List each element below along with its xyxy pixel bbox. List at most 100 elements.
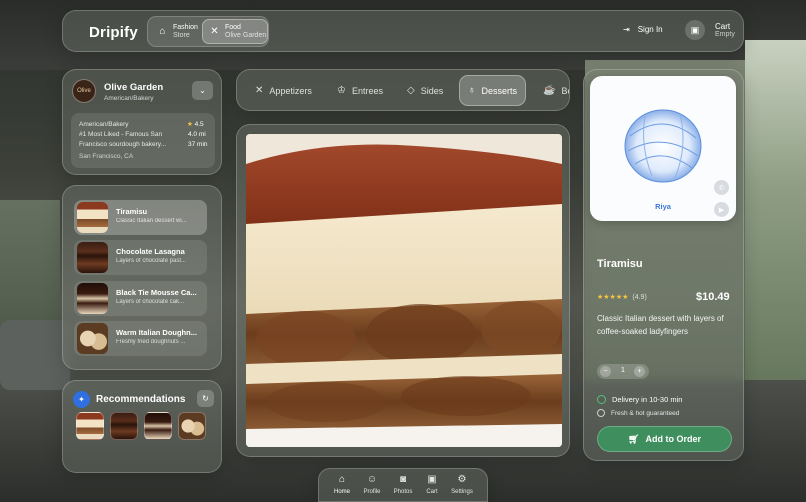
recommendations-title: Recommendations [96,394,186,405]
background-sofa [0,320,70,390]
restaurant-time: 37 min [188,141,208,148]
list-item[interactable]: Black Tie Mousse Ca... Layers of chocola… [74,281,207,316]
nav-label: Photos [393,489,413,495]
video-button[interactable]: ▶ [714,202,729,217]
tab-label: Appetizers [269,85,312,96]
recommendations-panel: ✦ Recommendations ↻ [62,380,222,473]
product-title: Tiramisu [597,258,643,270]
restaurant-name: Olive Garden [104,82,164,93]
store-fashion-button[interactable]: ⌂ Fashion Store [151,19,201,44]
cart-status: Empty [715,31,735,38]
clock-icon [597,395,606,404]
phone-button[interactable]: ✆ [714,180,729,195]
person-icon: ☺ [366,474,378,485]
recommendation-thumb[interactable] [178,412,206,440]
tab-desserts[interactable]: ♁ Desserts [459,75,527,106]
nav-label: Profile [363,489,381,495]
assistant-avatar-card: Riya ✆ ▶ [590,76,736,221]
product-image-panel [236,124,570,457]
restaurant-logo: Olive [72,79,96,103]
refresh-button[interactable]: ↻ [197,390,214,407]
camera-icon: ◙ [399,474,407,485]
background-window-left [0,200,60,330]
video-icon: ▶ [718,206,725,214]
rating-count: (4.9) [632,294,647,301]
quantity-stepper: − 1 + [597,364,649,379]
fresh-info: Fresh & hot guaranteed [597,409,679,417]
delivery-info: Delivery in 10-30 min [597,395,682,404]
tab-label: Entrees [351,85,383,96]
item-title: Tiramisu [116,207,148,216]
store-name: Food [225,23,241,31]
list-item[interactable]: Chocolate Lasagna Layers of chocolate pa… [74,240,207,275]
restaurant-category: American/Bakery [104,95,154,102]
product-rating: ★★★★★ (4.9) [597,293,647,301]
restaurant-tagline: #1 Most Liked - Famous San Francisco sou… [79,131,166,148]
ice-cream-icon: ♁ [468,85,476,96]
background-window-right [745,40,806,400]
fresh-text: Fresh & hot guaranteed [611,409,680,417]
delivery-text: Delivery in 10-30 min [612,395,683,404]
list-item[interactable]: Warm Italian Doughn... Freshly fried dou… [74,321,207,356]
product-description: Classic Italian dessert with layers of c… [597,314,724,336]
recommendation-thumb[interactable] [110,412,138,440]
nav-label: Cart [426,489,438,495]
item-thumbnail [77,202,108,233]
tab-entrees[interactable]: ♔ Entrees [329,75,391,106]
nav-label: Settings [451,489,473,495]
list-item[interactable]: Tiramisu Classic Italian dessert wi... [74,200,207,235]
tab-sides[interactable]: ◇ Sides [399,75,451,106]
cart-label: Cart [715,22,731,31]
gear-icon: ⚙ [457,474,467,485]
category-tabs: ✕ Appetizers ♔ Entrees ◇ Sides ♁ Dessert… [236,69,570,111]
menu-list: Tiramisu Classic Italian dessert wi... C… [62,185,222,370]
decrement-button[interactable]: − [600,366,611,377]
recommendation-thumb[interactable] [144,412,172,440]
cart-icon: ▣ [685,20,705,40]
coffee-icon: ☕ [543,85,556,96]
sign-in-icon: ⇥ [623,25,630,34]
tab-appetizers[interactable]: ✕ Appetizers [247,75,320,106]
tiramisu-illustration [246,134,562,447]
store-food-button[interactable]: ✕ Food Olive Garden [202,19,268,44]
item-thumbnail [77,283,108,314]
sign-in-label: Sign In [637,25,663,34]
quantity-value: 1 [621,367,625,374]
nav-settings[interactable]: ⚙ Settings [447,474,477,495]
product-price: $10.49 [696,291,730,303]
store-name: Fashion [173,23,198,31]
item-title: Chocolate Lasagna [116,247,185,256]
cart-button[interactable]: ▣ Cart Empty [685,20,735,40]
basket-icon: ⌂ [159,26,166,37]
utensils-icon: ✕ [255,85,264,96]
nav-cart[interactable]: ▣ Cart [417,474,447,495]
item-desc: Layers of chocolate past... [116,258,187,264]
nav-profile[interactable]: ☺ Profile [357,474,387,495]
refresh-icon: ↻ [202,394,209,403]
brand-logo[interactable]: Dripify [89,24,138,41]
restaurant-info-panel: American/Bakery #1 Most Liked - Famous S… [71,113,215,168]
item-desc: Freshly fried doughnuts ... [116,339,186,345]
restaurant-distance: 4.0 mi [188,131,206,138]
add-to-order-label: Add to Order [645,434,701,444]
recommendation-thumb[interactable] [76,412,104,440]
restaurant-location: San Francisco, CA [79,153,134,160]
rating-value: 4.5 [194,121,204,128]
bag-icon: ▣ [427,474,437,485]
phone-icon: ✆ [718,184,725,192]
star-icon: ★ [187,121,193,128]
add-to-order-button[interactable]: 🛒︎ Add to Order [597,426,732,452]
sparkle-icon: ✦ [73,391,90,408]
tag-icon: ◇ [407,85,415,96]
sign-in-button[interactable]: ⇥ Sign In [623,25,663,34]
item-thumbnail [77,242,108,273]
nav-home[interactable]: ⌂ Home [327,474,357,495]
nav-photos[interactable]: ◙ Photos [388,474,418,495]
item-thumbnail [77,323,108,354]
utensils-icon: ✕ [210,26,219,37]
assistant-orb [624,109,702,183]
increment-button[interactable]: + [634,366,645,377]
restaurant-dropdown-button[interactable]: ⌄ [192,81,213,100]
item-title: Black Tie Mousse Ca... [116,288,197,297]
tab-beverages[interactable]: ☕ Be [535,75,569,106]
